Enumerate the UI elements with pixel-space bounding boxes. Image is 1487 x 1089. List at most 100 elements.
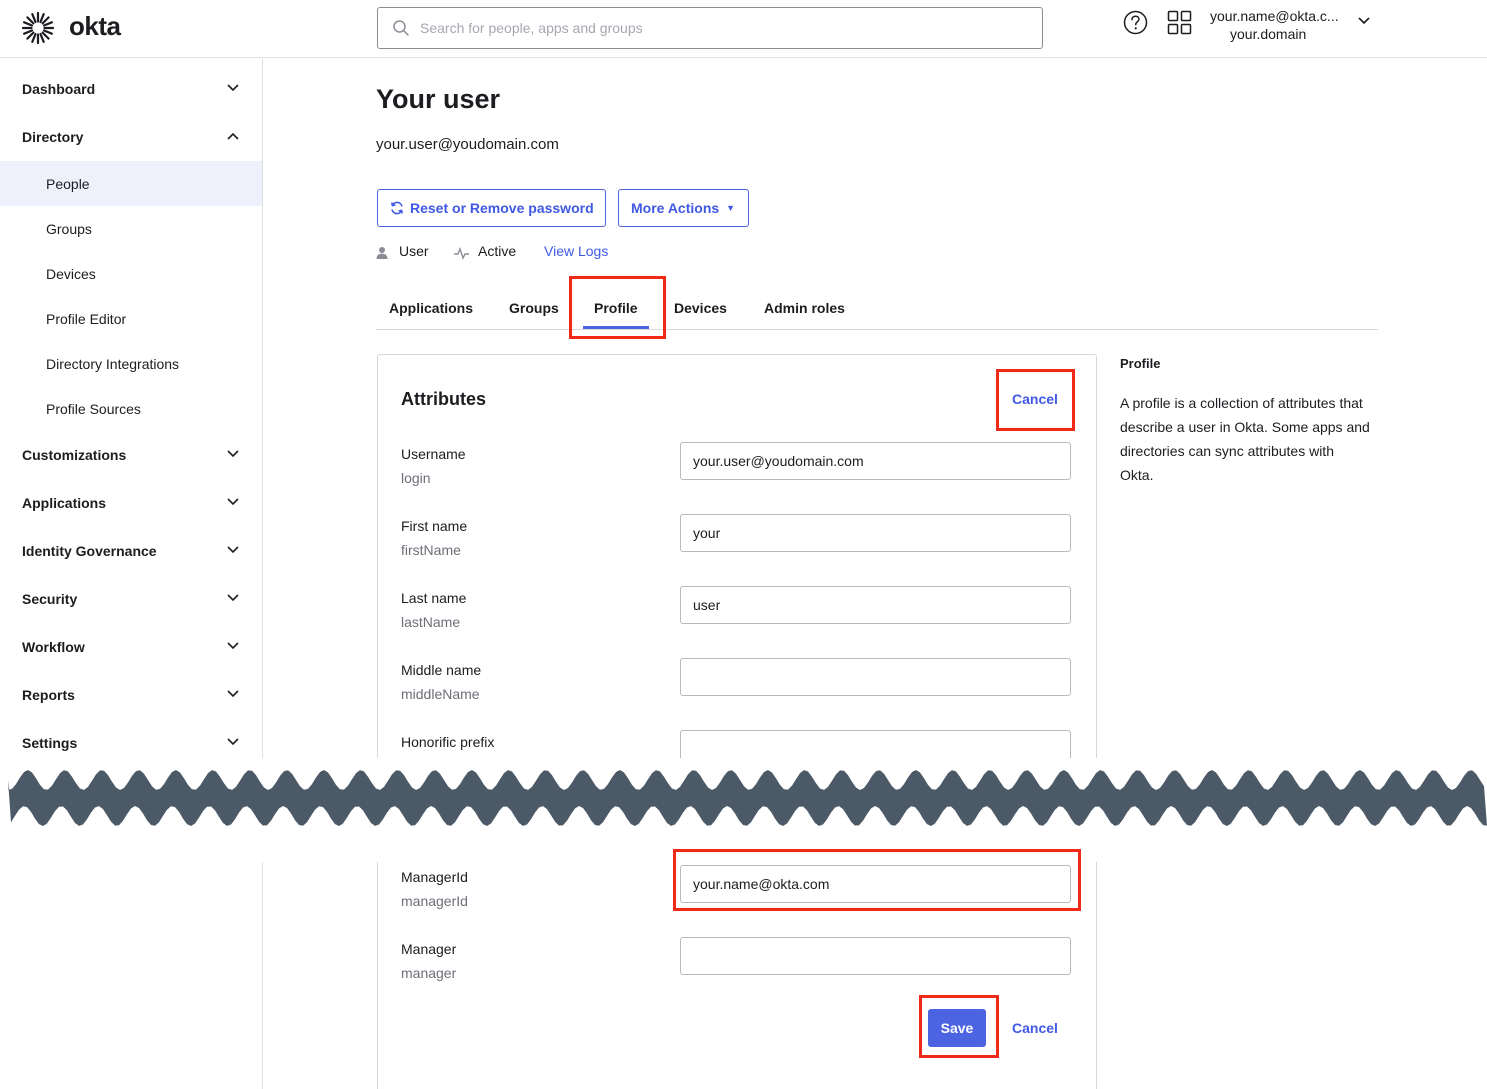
user-email: your.user@youdomain.com [376,136,559,153]
save-button[interactable]: Save [928,1009,986,1047]
chevron-down-icon [227,450,239,458]
torn-page-divider [0,758,1487,862]
user-type: User [399,243,429,259]
sidebar-item-devices[interactable]: Devices [0,251,262,296]
sidebar-item-people[interactable]: People [0,161,262,206]
sidebar-item-reports[interactable]: Reports [0,675,262,715]
attr-var-first-name: firstName [401,542,461,558]
sidebar-item-settings[interactable]: Settings [0,723,262,763]
middle-name-input[interactable] [680,658,1071,696]
attr-label-manager: Manager [401,941,457,957]
page-title: Your user [376,84,501,114]
user-icon [376,247,388,259]
cancel-button-top[interactable]: Cancel [1012,391,1058,407]
search-icon [393,20,409,36]
sidebar-item-label: Profile Editor [46,310,127,327]
sidebar-item-label: Security [22,591,78,607]
chevron-down-icon [227,690,239,698]
sidebar-item-security[interactable]: Security [0,579,262,619]
sidebar-item-dashboard[interactable]: Dashboard [0,69,262,109]
chevron-down-icon [227,498,239,506]
profile-help-panel: Profile A profile is a collection of att… [1120,356,1370,487]
tab-groups[interactable]: Groups [509,300,559,316]
attr-label-manager-id: ManagerId [401,869,468,885]
cancel-button-bottom[interactable]: Cancel [1012,1020,1058,1036]
sidebar-item-label: Settings [22,735,78,751]
sidebar-item-label: Directory Integrations [46,355,180,372]
manager-input[interactable] [680,937,1071,975]
sidebar-item-label: Customizations [22,447,127,463]
attr-label-first-name: First name [401,518,468,534]
attr-var-middle-name: middleName [401,686,480,702]
sidebar-item-label: Identity Governance [22,543,157,559]
sidebar-item-label: Profile Sources [46,400,141,417]
username-input[interactable] [680,442,1071,480]
sidebar-item-label: Devices [46,265,96,282]
user-name: your.name@okta.c... [1210,8,1339,24]
sidebar-item-directory-integrations[interactable]: Directory Integrations [0,341,262,386]
sidebar-item-applications[interactable]: Applications [0,483,262,523]
sidebar-item-customizations[interactable]: Customizations [0,435,262,475]
attr-label-username: Username [401,446,466,462]
chevron-down-icon [1358,17,1370,25]
attr-var-last-name: lastName [401,614,461,630]
global-search[interactable] [377,7,1043,49]
caret-down-icon: ▼ [726,203,736,213]
sidebar-item-directory[interactable]: Directory [0,117,262,157]
last-name-input[interactable] [680,586,1071,624]
reset-password-label: Reset or Remove password [410,200,594,216]
attr-var-manager-id: managerId [401,893,468,909]
sidebar-item-label: Applications [22,495,107,511]
sidebar-item-profile-editor[interactable]: Profile Editor [0,296,262,341]
sidebar-item-label: Groups [46,220,92,237]
chevron-down-icon [227,594,239,602]
sidebar-item-label: People [46,175,90,192]
attr-label-last-name: Last name [401,590,467,606]
manager-id-input[interactable] [680,865,1071,903]
user-tabs: Applications Groups Profile Devices Admi… [376,286,1378,330]
sidebar-item-profile-sources[interactable]: Profile Sources [0,386,262,431]
okta-wordmark: okta [69,10,121,41]
help-text: A profile is a collection of attributes … [1120,395,1370,483]
view-logs-link[interactable]: View Logs [544,243,608,259]
user-domain: your.domain [1230,26,1307,42]
user-account-menu[interactable]: your.name@okta.c... your.domain [1202,7,1382,47]
okta-logo[interactable]: okta [21,10,121,45]
help-title: Profile [1120,356,1161,371]
sidebar-item-label: Directory [22,129,84,145]
tab-profile[interactable]: Profile [594,300,638,316]
chevron-up-icon [227,132,239,140]
chevron-down-icon [227,642,239,650]
sidebar-item-label: Workflow [22,639,85,655]
okta-sunburst-icon [21,11,55,45]
active-tab-indicator [583,326,649,329]
chevron-down-icon [227,546,239,554]
sidebar-nav: Dashboard Directory People Groups Device… [0,59,263,1089]
tab-devices[interactable]: Devices [674,300,727,316]
sidebar-item-label: Reports [22,687,75,703]
chevron-down-icon [227,738,239,746]
reset-password-button[interactable]: Reset or Remove password [377,189,606,227]
attr-label-middle-name: Middle name [401,662,482,678]
help-icon[interactable] [1123,10,1148,35]
attr-var-manager: manager [401,965,457,981]
sidebar-item-workflow[interactable]: Workflow [0,627,262,667]
tab-admin-roles[interactable]: Admin roles [764,300,845,316]
attr-label-honorific-prefix: Honorific prefix [401,734,495,750]
sidebar-item-groups[interactable]: Groups [0,206,262,251]
tab-applications[interactable]: Applications [389,300,473,316]
refresh-icon [391,201,403,215]
attributes-title: Attributes [401,389,486,409]
chevron-down-icon [227,84,239,92]
apps-grid-icon[interactable] [1167,10,1192,35]
user-status: Active [478,243,517,259]
more-actions-label: More Actions [631,200,720,216]
first-name-input[interactable] [680,514,1071,552]
more-actions-button[interactable]: More Actions ▼ [618,189,749,227]
sidebar-item-identity-governance[interactable]: Identity Governance [0,531,262,571]
sidebar-item-label: Dashboard [22,81,96,97]
search-input[interactable] [420,20,1020,36]
top-bar: okta your.name@okta.c... your.domain [0,0,1487,58]
activity-icon [454,246,469,260]
attr-var-login: login [401,470,431,486]
